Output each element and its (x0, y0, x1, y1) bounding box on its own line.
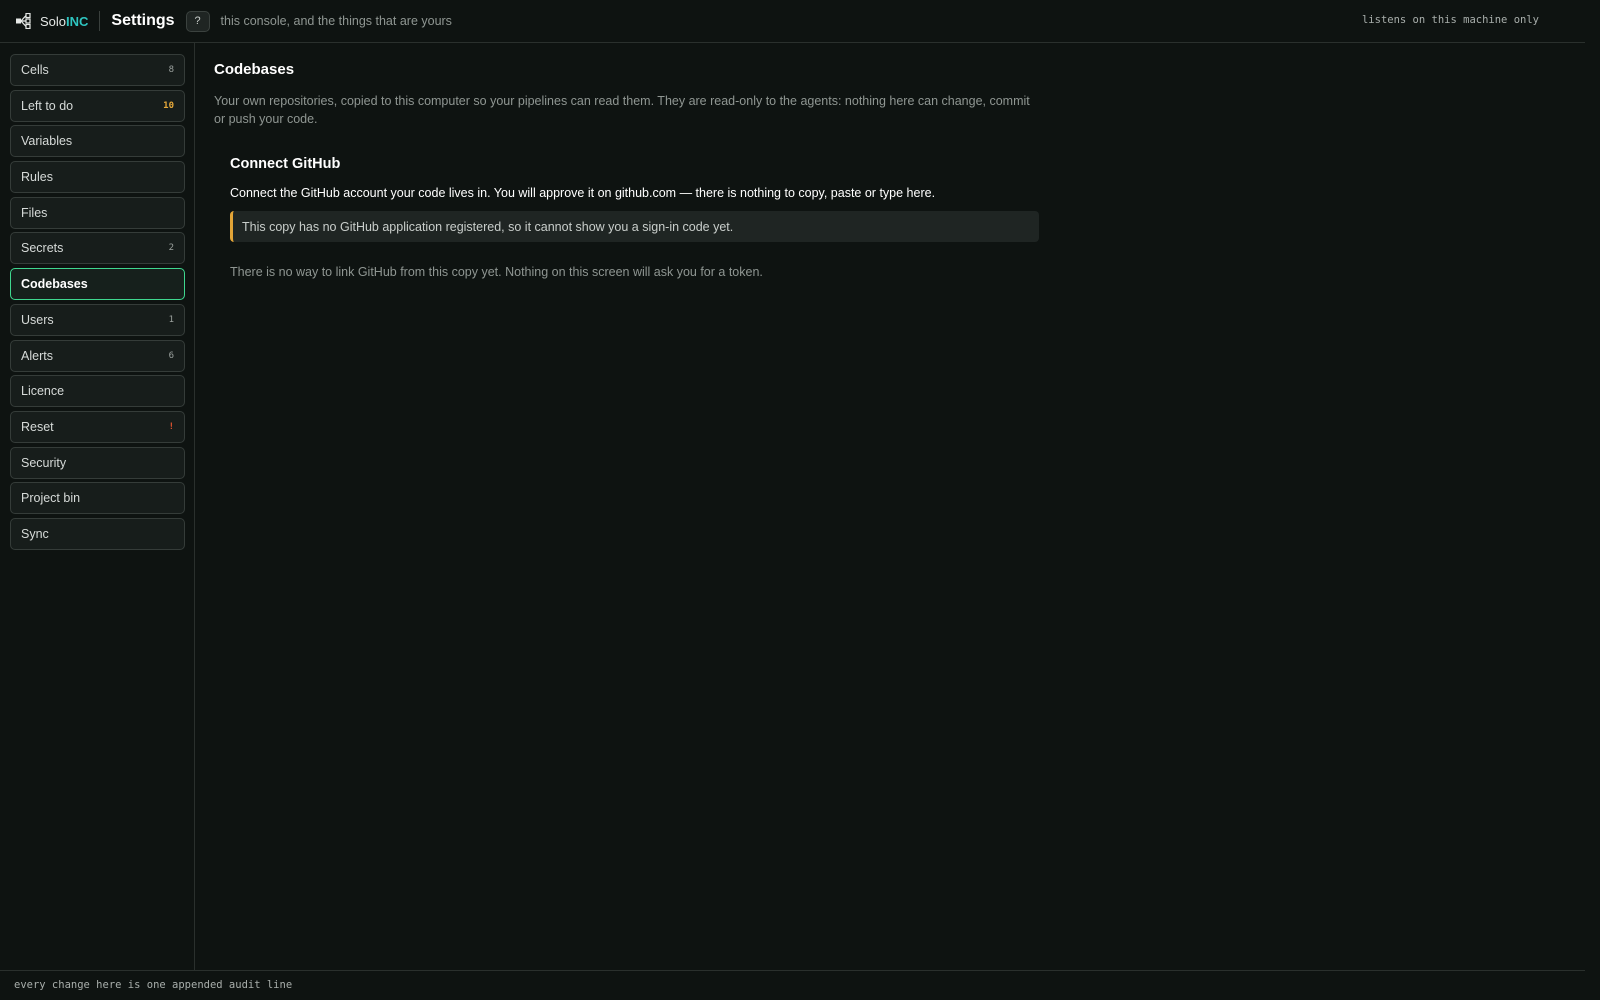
count-badge: 6 (168, 350, 174, 361)
sidebar-item-project-bin[interactable]: Project bin (10, 482, 185, 515)
listen-status: listens on this machine only (1361, 14, 1539, 26)
brand-prefix: Solo (40, 13, 67, 29)
sidebar-item-secrets[interactable]: Secrets 2 (10, 232, 185, 265)
brand-suffix: INC (66, 13, 89, 29)
sidebar-item-label: Project bin (21, 491, 81, 506)
sidebar-nav: Cells 8 Left to do 10 Variables Rules Fi… (0, 43, 194, 550)
sidebar-item-users[interactable]: Users 1 (10, 303, 185, 336)
warning-notice: This copy has no GitHub application regi… (230, 211, 1039, 242)
sidebar-item-licence[interactable]: Licence (10, 375, 185, 408)
sidebar-item-label: Files (21, 205, 48, 220)
logo-icon (15, 12, 33, 30)
sidebar-item-rules[interactable]: Rules (10, 161, 185, 194)
page-title: Settings (111, 12, 175, 29)
footer-status: every change here is one appended audit … (0, 970, 1585, 1000)
connect-github-title: Connect GitHub (230, 156, 341, 172)
sidebar-item-label: Left to do (21, 98, 74, 113)
sidebar-item-label: Variables (21, 134, 73, 149)
sidebar-item-label: Sync (21, 526, 49, 541)
sidebar-item-reset[interactable]: Reset ! (10, 410, 185, 443)
sidebar-item-cells[interactable]: Cells 8 (10, 54, 185, 86)
connect-github-panel: Connect GitHub Connect the GitHub accoun… (230, 156, 1039, 279)
main-content: Codebases Your own repositories, copied … (214, 43, 1044, 279)
sidebar-item-label: Reset (21, 419, 54, 434)
sidebar-item-alerts[interactable]: Alerts 6 (10, 339, 185, 372)
count-badge: 8 (168, 65, 174, 75)
header-divider (99, 11, 101, 31)
sidebar-item-left-to-do[interactable]: Left to do 10 (10, 89, 185, 122)
sidebar-item-security[interactable]: Security (10, 446, 185, 479)
sidebar-item-sync[interactable]: Sync (10, 517, 185, 550)
sidebar-item-label: Cells (21, 63, 49, 77)
sidebar-item-label: Users (21, 312, 54, 327)
top-bar: SoloINC Settings ? this console, and the… (0, 0, 1585, 43)
count-badge: 1 (168, 314, 174, 325)
header-tagline: this console, and the things that are yo… (220, 14, 452, 28)
sidebar-item-files[interactable]: Files (10, 196, 185, 229)
alert-badge: ! (168, 421, 174, 432)
sidebar-item-label: Rules (21, 170, 53, 185)
sidebar: Cells 8 Left to do 10 Variables Rules Fi… (0, 43, 195, 970)
sidebar-item-label: Secrets (21, 241, 64, 256)
info-note: There is no way to link GitHub from this… (230, 265, 763, 279)
brand-name: SoloINC (40, 14, 88, 29)
connect-github-text: Connect the GitHub account your code liv… (230, 186, 936, 200)
help-button[interactable]: ? (185, 10, 210, 32)
sidebar-item-codebases[interactable]: Codebases (10, 268, 185, 301)
sidebar-item-variables[interactable]: Variables (10, 125, 185, 158)
sidebar-item-label: Security (21, 455, 67, 470)
count-badge: 2 (168, 243, 174, 254)
sidebar-item-label: Alerts (21, 348, 53, 363)
section-title: Codebases (214, 61, 295, 78)
sidebar-item-label: Licence (21, 384, 65, 399)
section-description: Your own repositories, copied to this co… (214, 94, 1030, 126)
sidebar-item-label: Codebases (21, 277, 88, 292)
count-badge: 10 (163, 100, 174, 111)
